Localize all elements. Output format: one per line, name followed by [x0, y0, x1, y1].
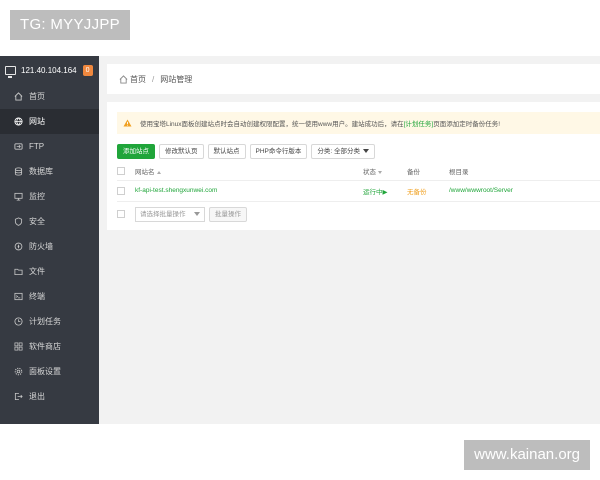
batch-row: 请选择批量操作 批量操作	[117, 206, 600, 222]
monitor-icon	[14, 192, 23, 201]
sort-asc-icon	[156, 171, 161, 175]
home-icon	[14, 92, 23, 101]
monitor-screen-icon	[5, 65, 16, 78]
sidebar-item-websites[interactable]: 网站	[0, 109, 99, 134]
modify-default-page-button[interactable]: 修改默认页	[159, 144, 204, 159]
sidebar-item-security[interactable]: 安全	[0, 209, 99, 234]
notice-text-end: 页面添加定时备份任务!	[433, 121, 501, 128]
notice-text: 使用宝塔Linux面板创建站点时会自动创建权限配置，统一使用www用户。建站成功…	[140, 121, 404, 128]
firewall-icon	[14, 242, 23, 251]
sidebar-item-app-store[interactable]: 软件商店	[0, 334, 99, 359]
sidebar-item-cron[interactable]: 计划任务	[0, 309, 99, 334]
site-status[interactable]: 运行中▶	[363, 180, 407, 202]
header-backup: 备份	[407, 163, 449, 181]
site-name-link[interactable]: kf-api-test.shengxunwei.com	[135, 180, 363, 202]
sidebar-item-label: 计划任务	[29, 317, 61, 326]
breadcrumb-home[interactable]: 首页	[130, 74, 146, 85]
row-checkbox[interactable]	[117, 186, 125, 195]
toolbar: 添加站点 修改默认页 默认站点 PHP命令行版本 分类: 全部分类	[117, 144, 600, 159]
server-ip: 121.40.104.164	[21, 65, 77, 75]
shield-icon	[14, 217, 23, 226]
breadcrumb-current: 网站管理	[160, 74, 193, 84]
terminal-icon	[14, 292, 23, 301]
sites-panel: 使用宝塔Linux面板创建站点时会自动创建权限配置，统一使用www用户。建站成功…	[107, 102, 600, 230]
database-icon	[14, 167, 23, 176]
chevron-down-icon	[194, 212, 200, 216]
sidebar-item-firewall[interactable]: 防火墙	[0, 234, 99, 259]
breadcrumb-separator: /	[152, 74, 155, 84]
sidebar-item-label: 软件商店	[29, 342, 61, 351]
sidebar: 121.40.104.164 0 首页 网站 FTP 数据库 监控 安全 防火墙…	[0, 56, 99, 424]
sort-desc-icon	[378, 171, 382, 175]
header-site-name-label: 网站名	[135, 169, 155, 177]
globe-icon	[14, 117, 23, 126]
row-checkbox-cell	[117, 180, 135, 202]
header-checkbox-cell	[117, 163, 135, 181]
server-header: 121.40.104.164 0	[0, 56, 99, 84]
sidebar-item-label: 首页	[29, 92, 45, 101]
sidebar-item-label: 安全	[29, 217, 45, 226]
batch-select-checkbox[interactable]	[117, 210, 125, 218]
header-site-name[interactable]: 网站名	[135, 163, 363, 181]
sidebar-item-logout[interactable]: 退出	[0, 384, 99, 409]
sidebar-item-home[interactable]: 首页	[0, 84, 99, 109]
server-badge[interactable]: 0	[82, 64, 93, 76]
breadcrumb: 首页 / 网站管理	[107, 64, 600, 94]
sidebar-item-ftp[interactable]: FTP	[0, 134, 99, 159]
panel-app: 121.40.104.164 0 首页 网站 FTP 数据库 监控 安全 防火墙…	[0, 56, 600, 424]
notice-cron-link[interactable]: [计划任务]	[404, 118, 434, 128]
site-root-dir[interactable]: /www/wwwroot/Server	[449, 180, 600, 202]
notice-bar: 使用宝塔Linux面板创建站点时会自动创建权限配置，统一使用www用户。建站成功…	[117, 112, 600, 134]
category-dropdown[interactable]: 分类: 全部分类	[311, 144, 375, 159]
watermark-bottom: www.kainan.org	[464, 440, 590, 470]
watermark-top: TG: MYYJJPP	[10, 10, 130, 40]
table-row: kf-api-test.shengxunwei.com 运行中▶ 无备份 /ww…	[117, 180, 600, 202]
sidebar-item-settings[interactable]: 面板设置	[0, 359, 99, 384]
batch-operation-button[interactable]: 批量操作	[209, 206, 247, 222]
chevron-down-icon	[363, 149, 369, 154]
warning-icon	[123, 119, 132, 127]
default-site-button[interactable]: 默认站点	[207, 144, 246, 159]
batch-operation-select[interactable]: 请选择批量操作	[135, 206, 205, 222]
select-all-checkbox[interactable]	[117, 167, 125, 176]
site-backup[interactable]: 无备份	[407, 180, 449, 202]
sidebar-item-monitor[interactable]: 监控	[0, 184, 99, 209]
ftp-icon	[14, 142, 23, 151]
sidebar-item-terminal[interactable]: 终端	[0, 284, 99, 309]
sidebar-item-label: 文件	[29, 267, 45, 276]
add-site-button[interactable]: 添加站点	[117, 144, 155, 159]
sidebar-item-label: 防火墙	[29, 242, 53, 251]
main-content: 首页 / 网站管理 使用宝塔Linux面板创建站点时会自动创建权限配置，统一使用…	[107, 64, 600, 230]
sidebar-item-label: 数据库	[29, 167, 53, 176]
sidebar-item-label: 监控	[29, 192, 45, 201]
sidebar-item-files[interactable]: 文件	[0, 259, 99, 284]
category-dropdown-label: 分类: 全部分类	[317, 148, 360, 155]
breadcrumb-home-icon	[119, 74, 128, 84]
batch-select-placeholder: 请选择批量操作	[140, 210, 186, 218]
header-status[interactable]: 状态	[363, 163, 407, 181]
php-cli-version-button[interactable]: PHP命令行版本	[249, 144, 308, 159]
logout-icon	[14, 392, 23, 401]
sidebar-item-label: FTP	[29, 142, 45, 151]
header-status-label: 状态	[363, 169, 376, 177]
sidebar-item-label: 网站	[29, 117, 45, 126]
folder-icon	[14, 267, 23, 276]
clock-icon	[14, 317, 23, 326]
grid-icon	[14, 342, 23, 351]
table-header-row: 网站名 状态 备份 根目录	[117, 163, 600, 181]
sidebar-item-label: 终端	[29, 292, 45, 301]
sidebar-item-label: 面板设置	[29, 367, 61, 376]
sidebar-item-label: 退出	[29, 392, 45, 401]
sidebar-item-database[interactable]: 数据库	[0, 159, 99, 184]
header-root: 根目录	[449, 163, 600, 181]
gear-icon	[14, 367, 23, 376]
sites-table: 网站名 状态 备份 根目录 kf-api-test.shengxunwei.co…	[117, 163, 600, 202]
